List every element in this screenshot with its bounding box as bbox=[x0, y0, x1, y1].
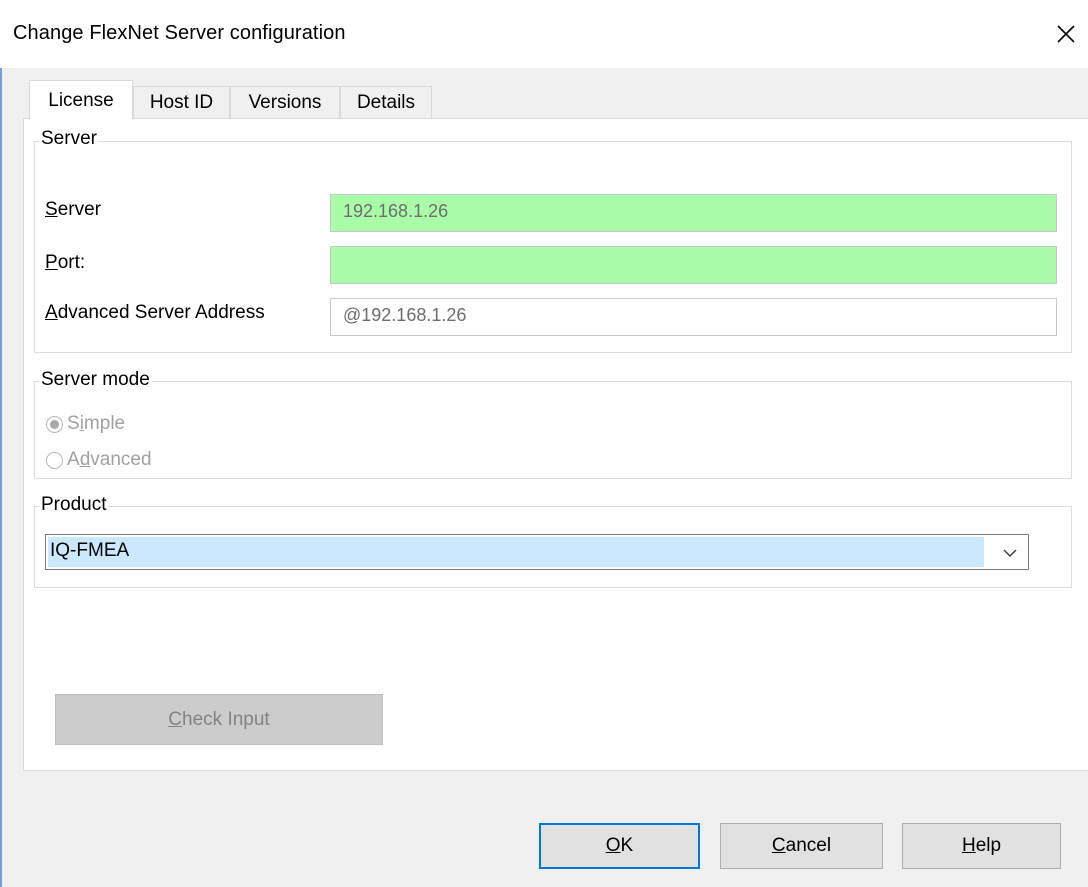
product-group-title: Product bbox=[39, 494, 109, 516]
close-icon[interactable] bbox=[1054, 22, 1078, 46]
radio-unchecked-icon bbox=[46, 451, 63, 469]
window-edge bbox=[0, 68, 2, 887]
check-input-button[interactable]: Check Input bbox=[55, 694, 383, 745]
port-input[interactable] bbox=[330, 246, 1057, 284]
server-input[interactable]: 192.168.1.26 bbox=[330, 194, 1057, 232]
help-label: Help bbox=[961, 835, 1002, 856]
advanced-server-address-input[interactable]: @192.168.1.26 bbox=[330, 298, 1057, 336]
cancel-button[interactable]: Cancel bbox=[720, 823, 883, 869]
advanced-server-address-label: Advanced Server Address bbox=[45, 302, 265, 323]
port-label: Port: bbox=[45, 252, 86, 273]
chevron-down-icon[interactable] bbox=[998, 541, 1022, 565]
title-bar: Change FlexNet Server configuration bbox=[0, 0, 1088, 68]
server-mode-group bbox=[34, 381, 1072, 479]
check-input-label: Check Input bbox=[168, 708, 270, 730]
tab-host-id[interactable]: Host ID bbox=[133, 86, 230, 118]
window-title: Change FlexNet Server configuration bbox=[13, 22, 346, 44]
simple-radio[interactable]: Simple bbox=[46, 413, 125, 435]
server-mode-group-title: Server mode bbox=[39, 369, 152, 391]
tab-versions[interactable]: Versions bbox=[230, 86, 340, 118]
product-selected-value: IQ-FMEA bbox=[48, 537, 984, 567]
ok-button[interactable]: OK bbox=[539, 823, 700, 869]
tab-details[interactable]: Details bbox=[340, 86, 432, 118]
tab-label: Details bbox=[356, 91, 416, 113]
product-dropdown[interactable]: IQ-FMEA bbox=[45, 534, 1029, 570]
ok-label: OK bbox=[605, 835, 634, 856]
tab-label: Host ID bbox=[149, 91, 214, 113]
tab-label: Versions bbox=[248, 91, 322, 113]
tab-label: License bbox=[48, 89, 114, 111]
help-button[interactable]: Help bbox=[902, 823, 1061, 869]
simple-radio-label: Simple bbox=[67, 413, 126, 434]
server-label: Server bbox=[45, 199, 101, 220]
server-group-title: Server bbox=[39, 128, 99, 150]
radio-checked-icon bbox=[46, 415, 63, 433]
advanced-radio[interactable]: Advanced bbox=[46, 449, 152, 471]
cancel-label: Cancel bbox=[771, 835, 832, 856]
tab-license[interactable]: License bbox=[29, 80, 133, 120]
advanced-radio-label: Advanced bbox=[67, 449, 152, 470]
